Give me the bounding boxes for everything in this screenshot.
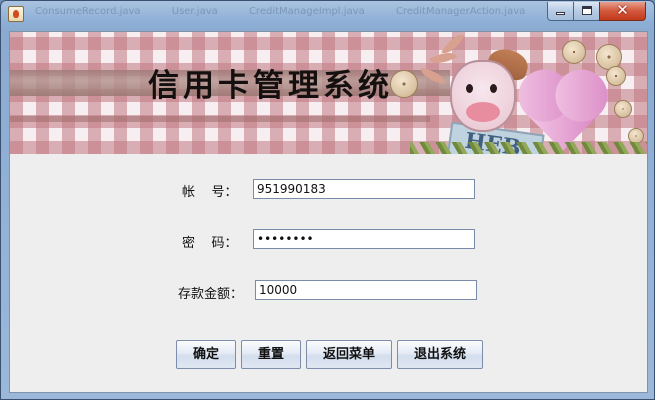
confirm-button[interactable]: 确定 (176, 340, 236, 369)
minimize-button[interactable] (547, 2, 574, 21)
horse-face-decoration (450, 60, 516, 132)
ghost-tab: CreditManagerAction.java (395, 6, 526, 17)
horse-eye (466, 84, 473, 93)
title-bar[interactable]: ConsumeRecord.java User.java CreditManag… (1, 1, 654, 31)
ghost-tab: ConsumeRecord.java (35, 6, 141, 17)
reset-button[interactable]: 重置 (241, 340, 301, 369)
close-icon: ✕ (616, 1, 629, 19)
sewing-button-decoration (390, 70, 418, 98)
minimize-icon (556, 12, 565, 15)
password-label: 密 码： (182, 236, 238, 251)
account-label: 帐 号： (182, 185, 238, 200)
header-banner: 信用卡管理系统 HEB I (10, 32, 647, 154)
ghost-tab: CreditManageImpl.java (248, 6, 365, 17)
greenery-decoration (410, 142, 647, 154)
close-button[interactable]: ✕ (599, 1, 646, 21)
java-cup-icon (8, 6, 24, 22)
app-title: 信用卡管理系统 (148, 68, 393, 104)
ghost-tab: User.java (171, 6, 218, 17)
sewing-button-decoration (562, 40, 586, 64)
horse-eye (490, 84, 497, 93)
client-area: 信用卡管理系统 HEB I 帐 号： 951990183 密 码： (9, 31, 648, 393)
app-window: ConsumeRecord.java User.java CreditManag… (0, 0, 655, 400)
account-field[interactable]: 951990183 (253, 179, 475, 199)
sewing-button-decoration (614, 100, 632, 118)
sewing-button-decoration (606, 66, 626, 86)
maximize-button[interactable] (573, 2, 600, 21)
background-taskbar-ghost: ConsumeRecord.java User.java CreditManag… (35, 6, 553, 17)
horse-nose (466, 102, 500, 122)
banner-ribbon-thin (10, 116, 430, 122)
back-menu-button[interactable]: 返回菜单 (306, 340, 392, 369)
amount-field[interactable]: 10000 (255, 280, 477, 300)
password-field[interactable]: •••••••• (253, 229, 475, 249)
amount-label: 存款金额： (178, 287, 244, 302)
exit-button[interactable]: 退出系统 (397, 340, 483, 369)
maximize-icon (582, 6, 592, 15)
